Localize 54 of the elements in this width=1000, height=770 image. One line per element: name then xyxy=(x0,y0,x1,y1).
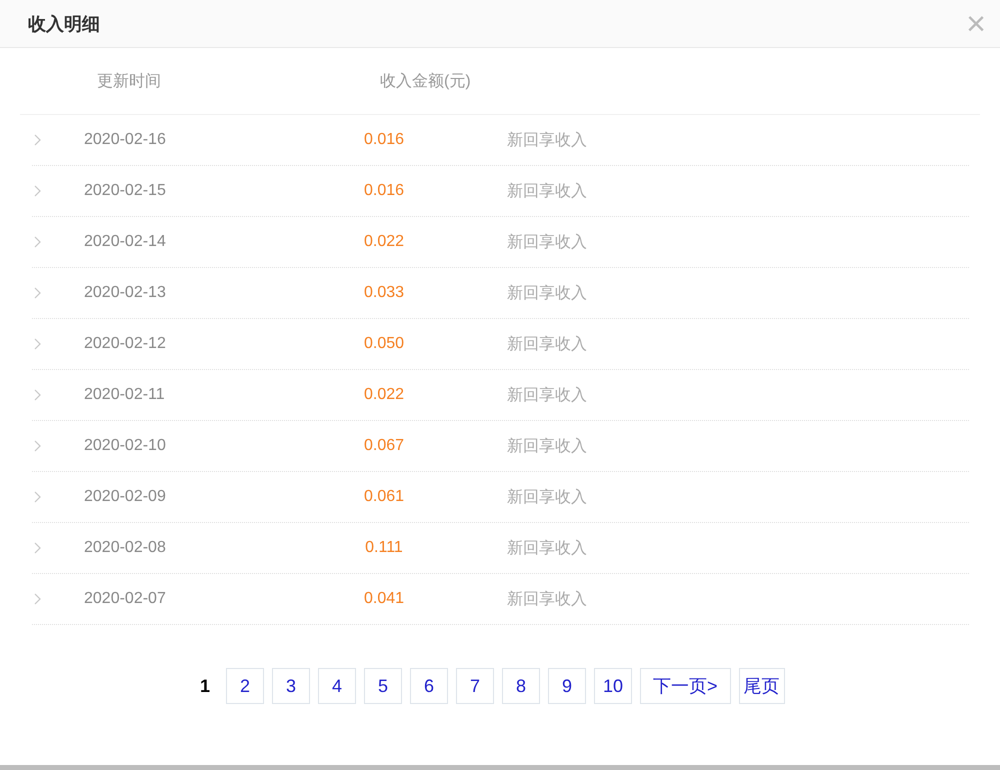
chevron-right-icon[interactable] xyxy=(34,542,41,554)
page-button[interactable]: 8 xyxy=(502,668,540,704)
income-type-cell-text: 新回享收入 xyxy=(507,590,587,610)
window-title: 收入明细 xyxy=(28,12,100,36)
amount-cell-text: 0.016 xyxy=(362,182,406,200)
date-cell-text: 2020-02-07 xyxy=(84,590,167,608)
date-cell-text: 2020-02-09 xyxy=(84,488,167,506)
amount-cell-text: 0.022 xyxy=(362,386,406,404)
income-type-cell-text: 新回享收入 xyxy=(507,182,587,202)
chevron-right-icon[interactable] xyxy=(34,389,41,401)
last-page-button[interactable]: 尾页 xyxy=(738,668,785,704)
income-type-cell-text: 新回享收入 xyxy=(507,130,587,150)
amount-cell-text: 0.050 xyxy=(362,335,406,353)
income-type-cell-text: 新回享收入 xyxy=(507,538,587,558)
chevron-right-icon[interactable] xyxy=(34,236,41,248)
page-button[interactable]: 7 xyxy=(456,668,494,704)
amount-cell-text: 0.022 xyxy=(362,233,406,251)
page-button[interactable]: 2 xyxy=(226,668,264,704)
amount-cell-text: 0.016 xyxy=(362,131,406,149)
chevron-right-icon[interactable] xyxy=(34,338,41,350)
column-header: 收入金额(元) xyxy=(380,72,471,92)
chevron-right-icon[interactable] xyxy=(34,593,41,605)
chevron-right-icon[interactable] xyxy=(34,491,41,503)
date-cell-text: 2020-02-16 xyxy=(84,131,167,149)
date-cell-text: 2020-02-13 xyxy=(84,284,167,302)
next-page-button[interactable]: 下一页> xyxy=(640,668,731,704)
amount-cell-text: 0.033 xyxy=(362,284,406,302)
income-type-cell-text: 新回享收入 xyxy=(507,488,587,508)
income-type-cell-text: 新回享收入 xyxy=(507,232,587,252)
date-cell-text: 2020-02-10 xyxy=(84,437,167,455)
income-type-cell-text: 新回享收入 xyxy=(507,284,587,304)
income-type-cell-text: 新回享收入 xyxy=(507,436,587,456)
amount-cell-text: 0.111 xyxy=(364,539,404,557)
page-button[interactable]: 3 xyxy=(272,668,310,704)
date-cell-text: 2020-02-12 xyxy=(84,335,167,353)
amount-cell-text: 0.041 xyxy=(362,590,406,608)
income-type-cell-text: 新回享收入 xyxy=(507,334,587,354)
date-cell-text: 2020-02-15 xyxy=(84,182,167,200)
page-button[interactable]: 6 xyxy=(410,668,448,704)
page-button[interactable]: 10 xyxy=(594,668,632,704)
amount-cell-text: 0.061 xyxy=(362,488,406,506)
chevron-right-icon[interactable] xyxy=(34,185,41,197)
income-type-cell-text: 新回享收入 xyxy=(507,386,587,406)
page-button[interactable]: 5 xyxy=(364,668,402,704)
page-button[interactable]: 9 xyxy=(548,668,586,704)
chevron-right-icon[interactable] xyxy=(34,440,41,452)
page-button[interactable]: 4 xyxy=(318,668,356,704)
chevron-right-icon[interactable] xyxy=(34,134,41,146)
date-cell-text: 2020-02-14 xyxy=(84,233,167,251)
date-cell-text: 2020-02-11 xyxy=(84,386,166,404)
date-cell-text: 2020-02-08 xyxy=(84,539,167,557)
column-header: 更新时间 xyxy=(97,72,161,92)
chevron-right-icon[interactable] xyxy=(34,287,41,299)
amount-cell-text: 0.067 xyxy=(362,437,406,455)
